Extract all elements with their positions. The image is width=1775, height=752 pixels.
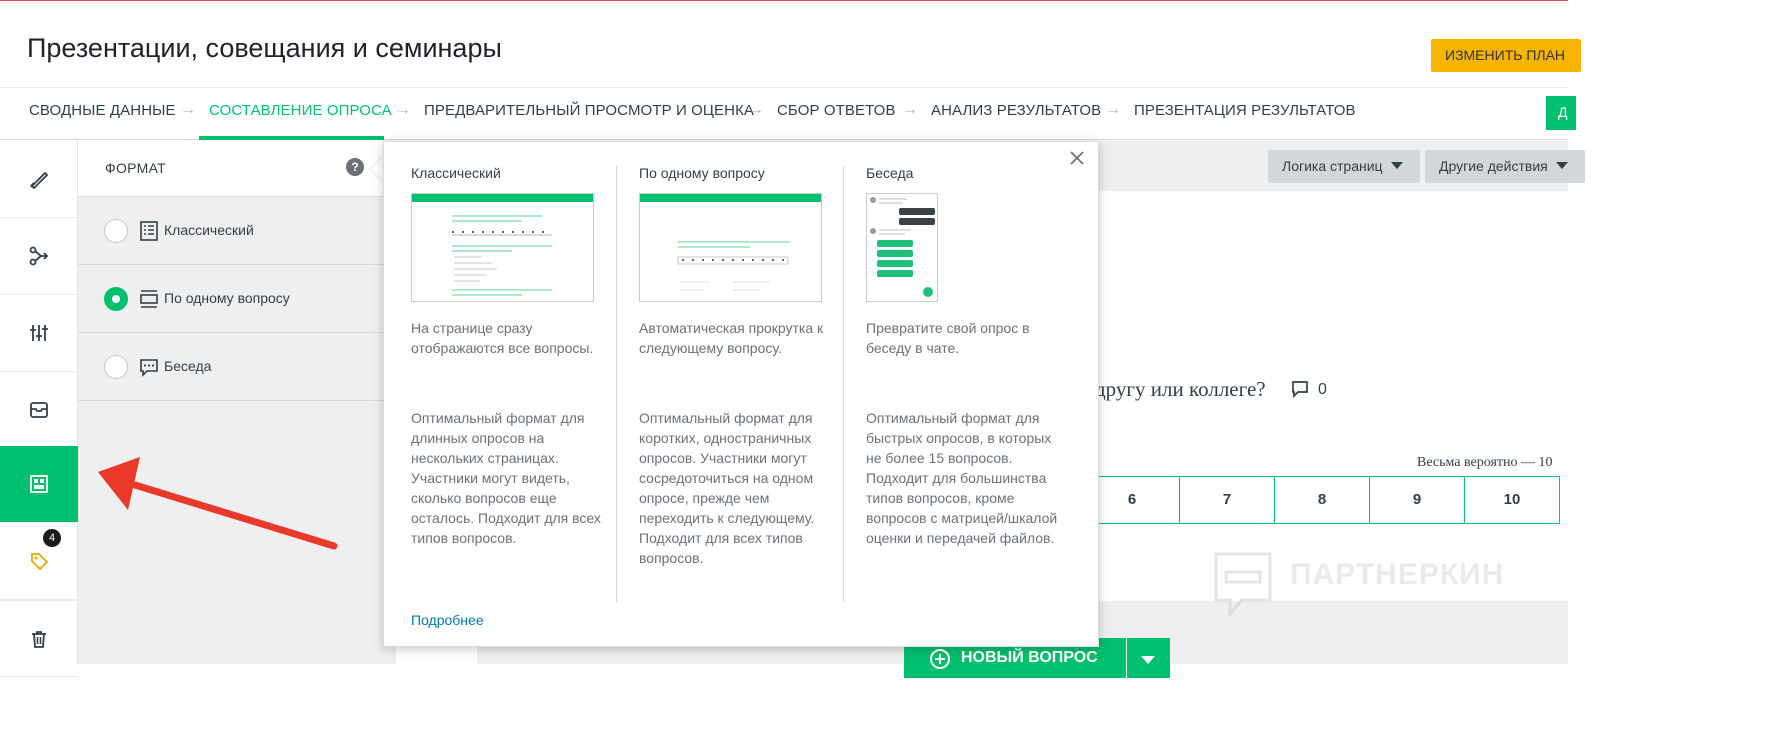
format-panel-header: ФОРМАТ ? — [78, 141, 396, 197]
rail-item-format[interactable] — [0, 446, 78, 523]
rail-item-question-bank[interactable] — [0, 372, 78, 449]
scale-high-label: Весьма вероятно — 10 — [1417, 455, 1553, 470]
nps-option[interactable]: 10 — [1464, 476, 1560, 524]
comment-icon[interactable] — [1291, 380, 1309, 398]
format-panel-title: ФОРМАТ — [105, 160, 166, 176]
step-arrow-icon: → — [1105, 101, 1121, 118]
top-accent-line — [0, 0, 1568, 1]
popover-column-details: Оптимальный формат для коротких, одностр… — [639, 410, 815, 566]
rail-item-logic[interactable] — [0, 218, 78, 295]
popover-column-classic: Классический На странице сразу отображаю… — [411, 165, 611, 546]
learn-more-link[interactable]: Подробнее — [411, 612, 484, 628]
step-navigation: СВОДНЫЕ ДАННЫЕ → СОСТАВЛЕНИЕ ОПРОСА → ПР… — [0, 88, 1568, 140]
radio-one-question[interactable] — [104, 287, 128, 311]
radio-classic[interactable] — [104, 219, 128, 243]
classic-list-icon — [140, 221, 158, 241]
radio-chat[interactable] — [104, 355, 128, 379]
step-arrow-icon: → — [180, 101, 196, 118]
design-button[interactable]: Д — [1546, 96, 1576, 130]
popover-column-details: Оптимальный формат для длинных опросов н… — [411, 410, 601, 546]
popover-column-one-question: По одному вопросу Автоматическая прокрут… — [639, 165, 839, 566]
rail-item-trash[interactable] — [0, 600, 78, 677]
popover-column-desc: На странице сразу отображаются все вопро… — [411, 320, 594, 356]
popover-column-details: Оптимальный формат для быстрых опросов, … — [866, 410, 1058, 546]
watermark-logo-icon — [1214, 552, 1272, 618]
step-present[interactable]: ПРЕЗЕНТАЦИЯ РЕЗУЛЬТАТОВ — [1134, 102, 1356, 119]
classic-preview-thumbnail — [411, 193, 594, 302]
logic-icon — [29, 246, 49, 266]
format-option-label: Классический — [164, 222, 254, 238]
question-title[interactable]: другу или коллеге? — [1095, 377, 1266, 402]
nps-scale: 6 7 8 9 10 — [1084, 476, 1560, 524]
step-collect[interactable]: СБОР ОТВЕТОВ — [777, 102, 896, 119]
tag-icon — [31, 553, 49, 571]
popover-separator — [843, 166, 844, 602]
one-question-preview-thumbnail — [639, 193, 822, 302]
trash-icon — [32, 630, 46, 648]
caret-down-icon — [1555, 162, 1568, 169]
popover-column-desc: Превратите свой опрос в беседу в чате. — [866, 320, 1030, 356]
popover-column-chat: Беседа Превратите свой опрос в беседу в … — [866, 165, 1066, 546]
brush-icon — [30, 171, 49, 190]
annotation-arrow-icon — [98, 457, 338, 550]
options-icon — [30, 325, 48, 341]
rail-item-design[interactable] — [0, 141, 78, 218]
one-question-icon — [140, 290, 158, 308]
format-option-classic[interactable]: Классический — [78, 197, 396, 265]
nps-option[interactable]: 7 — [1179, 476, 1275, 524]
step-arrow-icon: → — [748, 101, 764, 118]
step-preview[interactable]: ПРЕДВАРИТЕЛЬНЫЙ ПРОСМОТР И ОЦЕНКА — [424, 102, 754, 119]
step-arrow-icon: → — [395, 101, 411, 118]
upgrade-plan-button[interactable]: ИЗМЕНИТЬ ПЛАН — [1431, 39, 1581, 72]
page-title: Презентации, совещания и семинары — [27, 33, 502, 63]
help-icon[interactable]: ? — [346, 158, 364, 176]
comment-count: 0 — [1318, 381, 1327, 398]
rail-item-tags[interactable] — [0, 523, 78, 600]
page-logic-label: Логика страниц — [1282, 158, 1383, 174]
rail-item-options[interactable] — [0, 295, 78, 372]
close-icon[interactable] — [1068, 149, 1086, 167]
format-option-label: По одному вопросу — [164, 290, 290, 306]
page-logic-button[interactable]: Логика страниц — [1268, 150, 1420, 183]
more-actions-button[interactable]: Другие действия — [1425, 150, 1585, 183]
plus-circle-icon — [930, 649, 950, 669]
bank-icon — [30, 402, 48, 418]
new-question-label: НОВЫЙ ВОПРОС — [961, 649, 1098, 666]
caret-down-icon — [1390, 162, 1403, 169]
popover-column-title: Беседа — [866, 165, 914, 181]
step-summary[interactable]: СВОДНЫЕ ДАННЫЕ — [29, 102, 176, 119]
format-option-chat[interactable]: Беседа — [78, 333, 396, 401]
tag-count-badge: 4 — [43, 529, 61, 547]
popover-column-title: По одному вопросу — [639, 165, 765, 181]
left-rail — [0, 141, 78, 677]
popover-separator — [616, 166, 617, 602]
step-arrow-icon: → — [902, 101, 918, 118]
popover-column-desc: Автоматическая прокрутка к следующему во… — [639, 320, 824, 356]
popover-column-title: Классический — [411, 165, 501, 181]
watermark: ПАРТНЕРКИН — [1212, 550, 1542, 618]
format-icon — [30, 475, 48, 493]
watermark-text: ПАРТНЕРКИН — [1290, 558, 1505, 591]
step-analyze[interactable]: АНАЛИЗ РЕЗУЛЬТАТОВ — [931, 102, 1101, 119]
chat-preview-thumbnail — [866, 193, 938, 302]
chat-icon — [140, 359, 158, 377]
active-step-underline — [199, 136, 384, 140]
format-panel: ФОРМАТ ? Классический По одному вопросу … — [78, 141, 396, 664]
format-option-one-question[interactable]: По одному вопросу — [78, 265, 396, 333]
nps-option[interactable]: 9 — [1369, 476, 1465, 524]
more-actions-label: Другие действия — [1439, 158, 1548, 174]
new-question-dropdown[interactable] — [1127, 638, 1170, 678]
format-option-label: Беседа — [164, 358, 212, 374]
step-design[interactable]: СОСТАВЛЕНИЕ ОПРОСА — [209, 102, 392, 119]
nps-option[interactable]: 8 — [1274, 476, 1370, 524]
